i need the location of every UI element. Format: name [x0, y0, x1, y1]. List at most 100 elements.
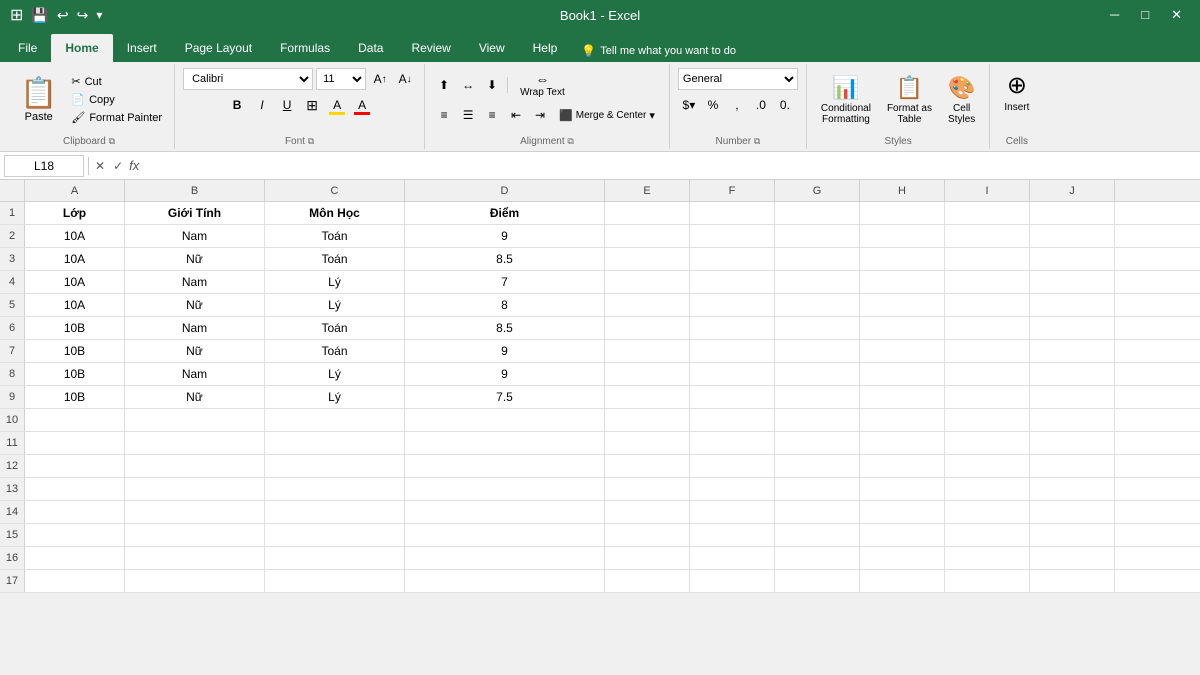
- list-item[interactable]: [405, 478, 605, 500]
- col-header-H[interactable]: H: [860, 180, 945, 201]
- cell-styles-button[interactable]: 🎨 CellStyles: [942, 72, 981, 128]
- list-item[interactable]: [860, 248, 945, 270]
- list-item[interactable]: [775, 455, 860, 477]
- list-item[interactable]: [605, 202, 690, 224]
- list-item[interactable]: [125, 501, 265, 523]
- list-item[interactable]: [860, 294, 945, 316]
- list-item[interactable]: Lớp: [25, 202, 125, 224]
- list-item[interactable]: [945, 340, 1030, 362]
- list-item[interactable]: [775, 409, 860, 431]
- list-item[interactable]: 10A: [25, 225, 125, 247]
- list-item[interactable]: [125, 547, 265, 569]
- cut-button[interactable]: ✂ Cut: [67, 73, 166, 90]
- list-item[interactable]: [1030, 248, 1115, 270]
- list-item[interactable]: [25, 432, 125, 454]
- list-item[interactable]: [1030, 271, 1115, 293]
- list-item[interactable]: Nam: [125, 225, 265, 247]
- list-item[interactable]: 8.5: [405, 248, 605, 270]
- list-item[interactable]: [265, 524, 405, 546]
- row-header-12[interactable]: 12: [0, 455, 25, 477]
- decrease-decimal-button[interactable]: .0: [750, 94, 772, 116]
- align-right-button[interactable]: ≡: [481, 104, 503, 126]
- list-item[interactable]: [775, 294, 860, 316]
- list-item[interactable]: [945, 478, 1030, 500]
- list-item[interactable]: [405, 547, 605, 569]
- list-item[interactable]: [775, 432, 860, 454]
- list-item[interactable]: [690, 409, 775, 431]
- row-header-13[interactable]: 13: [0, 478, 25, 500]
- tell-me-label[interactable]: Tell me what you want to do: [600, 45, 736, 57]
- list-item[interactable]: [605, 524, 690, 546]
- list-item[interactable]: [690, 225, 775, 247]
- list-item[interactable]: [1030, 363, 1115, 385]
- list-item[interactable]: Nam: [125, 363, 265, 385]
- list-item[interactable]: [860, 271, 945, 293]
- list-item[interactable]: [605, 478, 690, 500]
- row-header-9[interactable]: 9: [0, 386, 25, 408]
- list-item[interactable]: [125, 478, 265, 500]
- tab-formulas[interactable]: Formulas: [266, 34, 344, 62]
- list-item[interactable]: [945, 409, 1030, 431]
- list-item[interactable]: [860, 317, 945, 339]
- list-item[interactable]: [945, 386, 1030, 408]
- row-header-16[interactable]: 16: [0, 547, 25, 569]
- list-item[interactable]: [125, 524, 265, 546]
- list-item[interactable]: Lý: [265, 271, 405, 293]
- list-item[interactable]: [945, 271, 1030, 293]
- wrap-text-button[interactable]: ⇔ Wrap Text: [512, 68, 573, 101]
- align-middle-button[interactable]: ↔: [457, 74, 479, 96]
- list-item[interactable]: [860, 524, 945, 546]
- list-item[interactable]: 9: [405, 363, 605, 385]
- align-bottom-button[interactable]: ⬇: [481, 74, 503, 96]
- insert-cells-button[interactable]: ⊕ Insert: [998, 68, 1035, 116]
- font-name-select[interactable]: Calibri Arial Times New Roman: [183, 68, 313, 90]
- list-item[interactable]: 10B: [25, 317, 125, 339]
- list-item[interactable]: [1030, 478, 1115, 500]
- undo-icon[interactable]: ↩: [57, 7, 69, 24]
- list-item[interactable]: [405, 570, 605, 592]
- more-commands-icon[interactable]: ▾: [96, 8, 102, 22]
- maximize-btn[interactable]: □: [1133, 7, 1157, 23]
- list-item[interactable]: Toán: [265, 317, 405, 339]
- list-item[interactable]: [125, 432, 265, 454]
- list-item[interactable]: [945, 432, 1030, 454]
- list-item[interactable]: [605, 363, 690, 385]
- list-item[interactable]: [860, 409, 945, 431]
- tab-page-layout[interactable]: Page Layout: [171, 34, 266, 62]
- list-item[interactable]: [860, 386, 945, 408]
- list-item[interactable]: [945, 524, 1030, 546]
- list-item[interactable]: 9: [405, 340, 605, 362]
- confirm-formula-button[interactable]: ✓: [111, 157, 125, 175]
- list-item[interactable]: [125, 409, 265, 431]
- list-item[interactable]: [690, 501, 775, 523]
- list-item[interactable]: [25, 570, 125, 592]
- list-item[interactable]: [605, 455, 690, 477]
- list-item[interactable]: [25, 478, 125, 500]
- list-item[interactable]: Nữ: [125, 340, 265, 362]
- tab-insert[interactable]: Insert: [113, 34, 171, 62]
- row-header-8[interactable]: 8: [0, 363, 25, 385]
- list-item[interactable]: [945, 225, 1030, 247]
- comma-button[interactable]: ,: [726, 94, 748, 116]
- list-item[interactable]: [265, 409, 405, 431]
- list-item[interactable]: [605, 386, 690, 408]
- paste-button[interactable]: 📋 Paste: [12, 68, 65, 131]
- merge-center-button[interactable]: ⬛ Merge & Center ▾: [553, 107, 661, 124]
- list-item[interactable]: [945, 501, 1030, 523]
- row-header-5[interactable]: 5: [0, 294, 25, 316]
- row-header-6[interactable]: 6: [0, 317, 25, 339]
- list-item[interactable]: [265, 570, 405, 592]
- tab-help[interactable]: Help: [519, 34, 572, 62]
- list-item[interactable]: [690, 202, 775, 224]
- col-header-F[interactable]: F: [690, 180, 775, 201]
- list-item[interactable]: [605, 317, 690, 339]
- close-btn[interactable]: ✕: [1163, 7, 1190, 23]
- list-item[interactable]: [775, 202, 860, 224]
- minimize-btn[interactable]: ─: [1102, 7, 1127, 23]
- list-item[interactable]: [405, 501, 605, 523]
- list-item[interactable]: [265, 455, 405, 477]
- align-top-button[interactable]: ⬆: [433, 74, 455, 96]
- list-item[interactable]: [775, 386, 860, 408]
- list-item[interactable]: 7: [405, 271, 605, 293]
- list-item[interactable]: [1030, 432, 1115, 454]
